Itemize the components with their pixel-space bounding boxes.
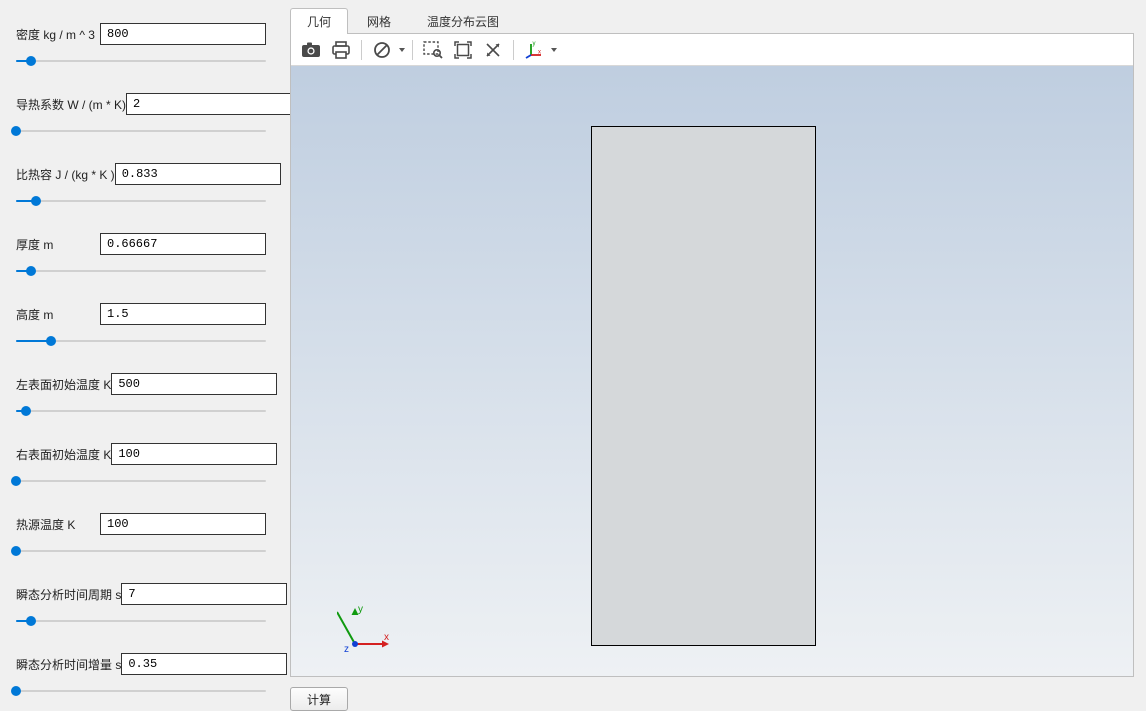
- tab-thermal-contour[interactable]: 温度分布云图: [410, 8, 516, 34]
- tab-bar: 几何 网格 温度分布云图: [290, 8, 1134, 34]
- param-specific-heat: 比热容 J / (kg * K ): [16, 160, 266, 208]
- param-label: 比热容 J / (kg * K ): [16, 166, 115, 183]
- axes-orientation-dropdown[interactable]: [550, 37, 558, 63]
- param-right-temp: 右表面初始温度 K: [16, 440, 266, 488]
- rotate-icon[interactable]: [479, 37, 507, 63]
- main-area: 几何 网格 温度分布云图: [282, 0, 1146, 711]
- param-input-thickness[interactable]: [100, 233, 266, 255]
- param-slider-transient-period[interactable]: [16, 614, 266, 628]
- param-slider-right-temp[interactable]: [16, 474, 266, 488]
- action-row: 计算: [290, 687, 1134, 711]
- print-icon[interactable]: [327, 37, 355, 63]
- axis-triad-icon: y x z: [337, 600, 393, 656]
- geometry-viewport[interactable]: y x z: [291, 66, 1133, 676]
- param-label: 高度 m: [16, 306, 100, 323]
- tab-geometry[interactable]: 几何: [290, 8, 348, 34]
- param-label: 瞬态分析时间增量 s: [16, 656, 121, 673]
- geometry-rectangle: [591, 126, 816, 646]
- toolbar-separator: [513, 40, 514, 60]
- param-conductivity: 导热系数 W / (m * K): [16, 90, 266, 138]
- param-input-transient-increment[interactable]: [121, 653, 287, 675]
- param-slider-conductivity[interactable]: [16, 124, 266, 138]
- axes-orientation-icon[interactable]: y x: [520, 37, 548, 63]
- toolbar-separator: [412, 40, 413, 60]
- param-input-source-temp[interactable]: [100, 513, 266, 535]
- param-slider-transient-increment[interactable]: [16, 684, 266, 698]
- param-slider-density[interactable]: [16, 54, 266, 68]
- param-input-right-temp[interactable]: [111, 443, 277, 465]
- svg-text:x: x: [538, 49, 541, 55]
- param-source-temp: 热源温度 K: [16, 510, 266, 558]
- param-thickness: 厚度 m: [16, 230, 266, 278]
- param-slider-left-temp[interactable]: [16, 404, 266, 418]
- param-input-transient-period[interactable]: [121, 583, 287, 605]
- param-slider-thickness[interactable]: [16, 264, 266, 278]
- reset-view-dropdown[interactable]: [398, 37, 406, 63]
- tab-mesh[interactable]: 网格: [350, 8, 408, 34]
- calculate-button[interactable]: 计算: [290, 687, 348, 711]
- param-input-conductivity[interactable]: [126, 93, 292, 115]
- svg-text:y: y: [358, 604, 363, 615]
- param-label: 左表面初始温度 K: [16, 376, 111, 393]
- param-slider-source-temp[interactable]: [16, 544, 266, 558]
- param-transient-increment: 瞬态分析时间增量 s: [16, 650, 266, 698]
- param-transient-period: 瞬态分析时间周期 s: [16, 580, 266, 628]
- param-label: 厚度 m: [16, 236, 100, 253]
- app-root: 密度 kg / m ^ 3 导热系数 W / (m * K) 比热容: [0, 0, 1146, 711]
- parameters-sidebar: 密度 kg / m ^ 3 导热系数 W / (m * K) 比热容: [0, 0, 282, 711]
- svg-text:x: x: [384, 632, 389, 643]
- svg-text:z: z: [344, 644, 349, 655]
- viewport-toolbar: y x: [291, 34, 1133, 66]
- screenshot-icon[interactable]: [297, 37, 325, 63]
- param-input-specific-heat[interactable]: [115, 163, 281, 185]
- param-input-height[interactable]: [100, 303, 266, 325]
- param-input-left-temp[interactable]: [111, 373, 277, 395]
- reset-view-icon[interactable]: [368, 37, 396, 63]
- param-label: 瞬态分析时间周期 s: [16, 586, 121, 603]
- param-input-density[interactable]: [100, 23, 266, 45]
- toolbar-separator: [361, 40, 362, 60]
- svg-text:y: y: [533, 41, 536, 47]
- zoom-select-icon[interactable]: [419, 37, 447, 63]
- param-label: 右表面初始温度 K: [16, 446, 111, 463]
- zoom-extents-icon[interactable]: [449, 37, 477, 63]
- param-density: 密度 kg / m ^ 3: [16, 20, 266, 68]
- param-label: 热源温度 K: [16, 516, 100, 533]
- tab-panel-geometry: y x y x: [290, 33, 1134, 677]
- param-label: 密度 kg / m ^ 3: [16, 26, 100, 43]
- param-height: 高度 m: [16, 300, 266, 348]
- param-left-temp: 左表面初始温度 K: [16, 370, 266, 418]
- param-slider-height[interactable]: [16, 334, 266, 348]
- param-slider-specific-heat[interactable]: [16, 194, 266, 208]
- param-label: 导热系数 W / (m * K): [16, 96, 126, 113]
